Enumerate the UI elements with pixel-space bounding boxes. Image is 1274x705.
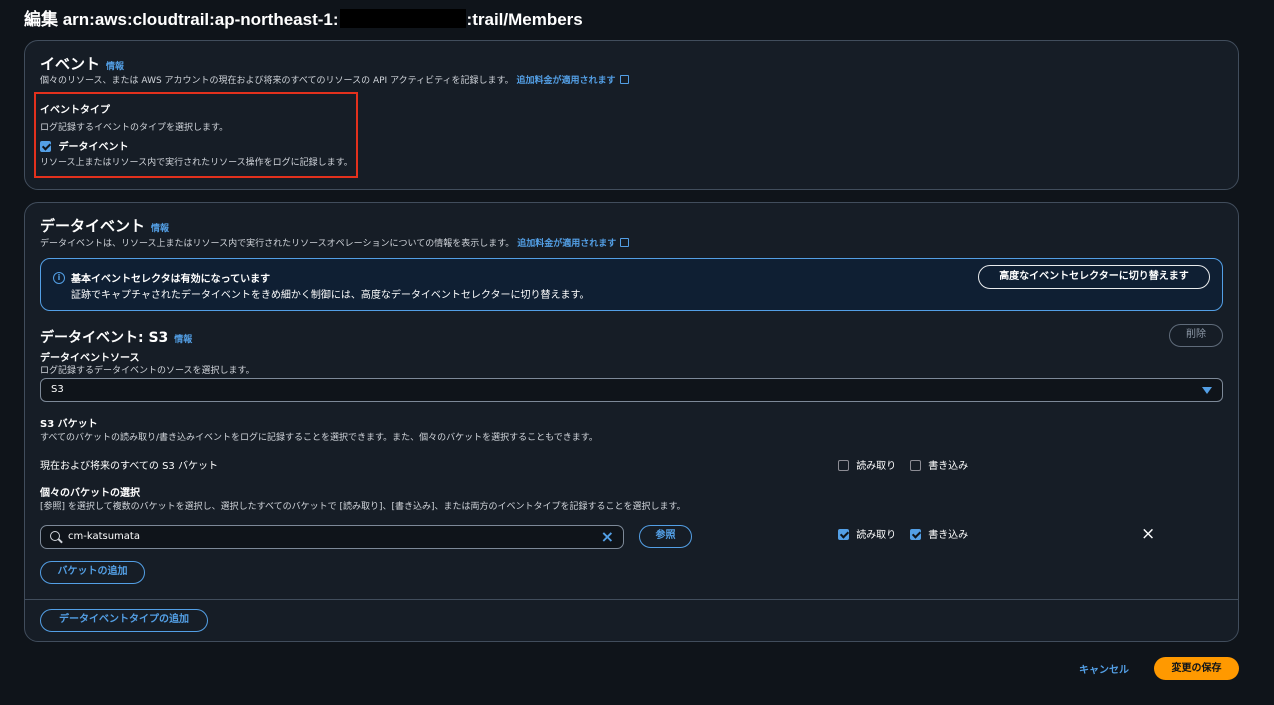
clear-icon[interactable]: ×	[601, 527, 614, 546]
data-event-checkbox[interactable]	[40, 141, 51, 152]
cancel-button[interactable]: キャンセル	[1079, 661, 1129, 676]
add-data-event-type-button[interactable]: データイベントタイプの追加	[40, 609, 208, 632]
section-divider	[25, 599, 1238, 600]
data-events-info-link[interactable]: 情報	[151, 224, 169, 234]
remove-button[interactable]: 削除	[1169, 324, 1223, 347]
events-info-link[interactable]: 情報	[106, 62, 124, 72]
caret-down-icon	[1202, 387, 1212, 394]
save-changes-button[interactable]: 変更の保存	[1154, 657, 1239, 680]
external-link-icon	[620, 238, 630, 247]
bucket-write-checkbox[interactable]	[910, 529, 921, 540]
data-events-description: データイベントは、リソース上またはリソース内で実行されたリソースオペレーションに…	[40, 236, 630, 249]
alert-body: 証跡でキャプチャされたデータイベントをきめ細かく制御には、高度なデータイベントセ…	[71, 290, 590, 301]
external-link-icon	[619, 75, 629, 84]
all-buckets-read-row[interactable]: 読み取り	[838, 457, 896, 472]
individual-bucket-label: 個々のバケットの選択	[40, 488, 140, 499]
event-type-label: イベントタイプ	[40, 105, 110, 116]
all-buckets-label: 現在および将来のすべての S3 バケット	[40, 461, 218, 472]
bucket-read-checkbox[interactable]	[838, 529, 849, 540]
bucket-label: S3 バケット	[40, 419, 98, 430]
search-icon-handle	[58, 538, 63, 544]
source-description: ログ記録するデータイベントのソースを選択します。	[40, 366, 255, 376]
data-events-heading: データイベント 情報	[40, 217, 170, 235]
individual-bucket-description: [参照] を選択して複数のバケットを選択し、選択したすべてのバケットで [読み取…	[40, 502, 686, 512]
all-buckets-write-checkbox[interactable]	[910, 460, 921, 471]
source-label: データイベントソース	[40, 353, 140, 364]
bucket-read-row[interactable]: 読み取り	[838, 526, 896, 541]
bucket-search-input[interactable]: cm-katsumata ×	[40, 525, 624, 549]
browse-button[interactable]: 参照	[639, 525, 692, 548]
data-event-source-select[interactable]: S3	[40, 378, 1223, 402]
redacted-account-id	[339, 9, 466, 28]
events-pricing-link[interactable]: 追加料金が適用されます	[517, 75, 629, 86]
all-buckets-read-checkbox[interactable]	[838, 460, 849, 471]
add-bucket-button[interactable]: バケットの追加	[40, 561, 145, 584]
s3-section-heading: データイベント: S3 情報	[40, 330, 193, 346]
event-type-description: ログ記録するイベントのタイプを選択します。	[40, 123, 229, 133]
data-event-checkbox-row[interactable]: データイベント	[40, 138, 128, 153]
s3-info-link[interactable]: 情報	[174, 335, 192, 345]
remove-bucket-icon[interactable]: ×	[1141, 526, 1155, 543]
data-event-description: リソース上またはリソース内で実行されたリソース操作をログに記録します。	[40, 158, 353, 168]
bucket-description: すべてのバケットの読み取り/書き込みイベントをログに記録することを選択できます。…	[40, 433, 598, 443]
events-description: 個々のリソース、または AWS アカウントの現在および将来のすべてのリソースの …	[40, 73, 629, 86]
page-title: 編集 arn:aws:cloudtrail:ap-northeast-1::tr…	[24, 9, 583, 29]
switch-advanced-selector-button[interactable]: 高度なイベントセレクターに切り替えます	[978, 265, 1210, 289]
events-heading: イベント 情報	[40, 55, 125, 73]
info-circle-icon: i	[53, 272, 65, 284]
all-buckets-write-row[interactable]: 書き込み	[910, 457, 968, 472]
alert-title: 基本イベントセレクタは有効になっています	[71, 274, 271, 285]
bucket-write-row[interactable]: 書き込み	[910, 526, 968, 541]
data-events-pricing-link[interactable]: 追加料金が適用されます	[517, 238, 630, 249]
